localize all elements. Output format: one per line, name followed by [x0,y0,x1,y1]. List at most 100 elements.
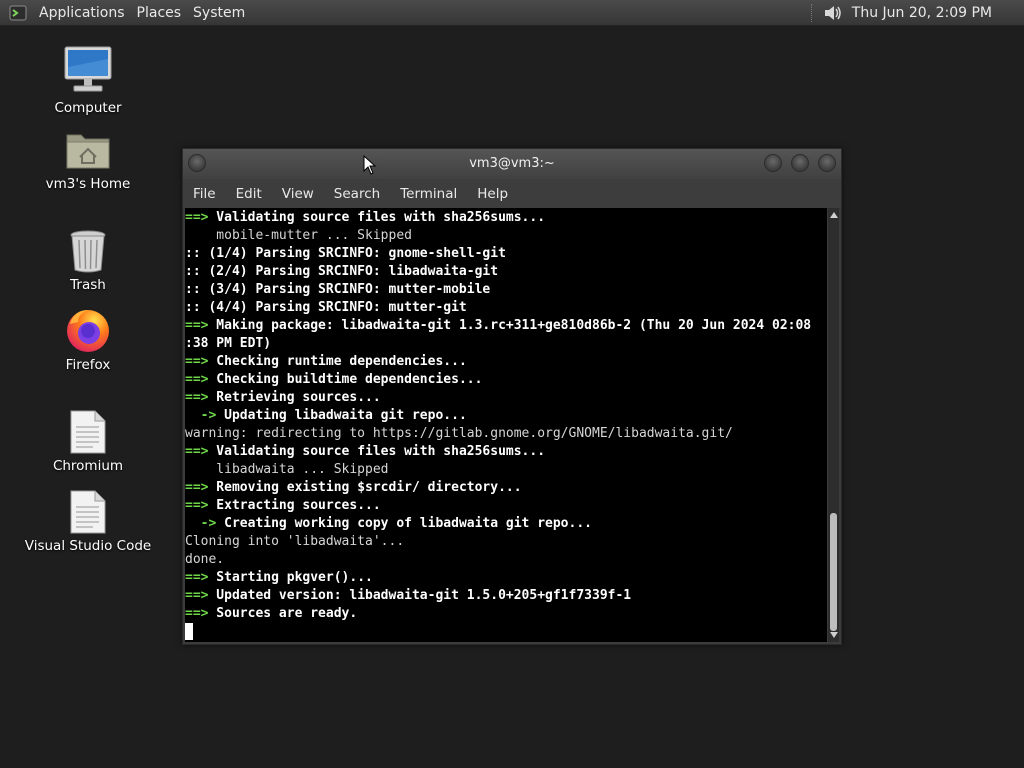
applications-menu[interactable]: Applications [33,5,131,21]
desktop-icon-computer[interactable]: Computer [23,45,153,116]
terminal-prompt-line[interactable] [185,623,827,641]
desktop-icon-vscode[interactable]: Visual Studio Code [23,489,153,554]
terminal-line: done. [185,551,827,569]
desktop-icon-label: vm3's Home [45,176,131,192]
terminal-line: ==> Sources are ready. [185,605,827,623]
panel-separator [810,3,814,22]
trash-icon [70,230,106,273]
scroll-down-arrow-icon[interactable] [830,632,838,638]
computer-icon [64,46,112,92]
terminal-line: ==> Retrieving sources... [185,389,827,407]
prompt-arrow: -> [185,408,217,423]
maximize-button[interactable] [791,154,809,172]
prompt-arrow: ==> [185,588,209,603]
prompt-arrow: ==> [185,606,209,621]
terminal-line: ==> Removing existing $srcdir/ directory… [185,479,827,497]
terminal-line: ==> Validating source files with sha256s… [185,209,827,227]
terminal-line-text: :: (3/4) Parsing SRCINFO: mutter-mobile [185,282,491,297]
desktop-icon-label: Trash [70,277,106,293]
terminal-line-text: :: (2/4) Parsing SRCINFO: libadwaita-git [185,264,499,279]
terminal-line-text: Removing existing $srcdir/ directory... [208,480,522,495]
terminal-logo-icon[interactable] [9,4,27,22]
terminal-line: mobile-mutter ... Skipped [185,227,827,245]
desktop-icon-chromium[interactable]: Chromium [23,409,153,474]
desktop-icon-trash[interactable]: Trash [23,228,153,293]
terminal-line: ==> Extracting sources... [185,497,827,515]
terminal-line-text: mobile-mutter ... Skipped [185,228,412,243]
terminal-menubar: File Edit View Search Terminal Help [183,179,841,208]
terminal-line: -> Updating libadwaita git repo... [185,407,827,425]
panel-clock[interactable]: Thu Jun 20, 2:09 PM [852,5,992,21]
terminal-line-text: Cloning into 'libadwaita'... [185,534,405,549]
document-icon [70,410,106,454]
terminal-line-text: Retrieving sources... [208,390,381,405]
firefox-icon [67,310,109,352]
terminal-line-text: :38 PM EDT) [185,336,272,351]
terminal-line-text: Creating working copy of libadwaita git … [216,516,592,531]
terminal-window: vm3@vm3:~ File Edit View Search Terminal… [182,148,842,645]
terminal-line-text: Checking buildtime dependencies... [208,372,483,387]
terminal-line-text: done. [185,552,225,567]
desktop-icon-firefox[interactable]: Firefox [23,306,153,373]
terminal-line-text: Starting pkgver()... [208,570,373,585]
desktop-icon-label: Visual Studio Code [24,538,152,554]
terminal-line: ==> Checking runtime dependencies... [185,353,827,371]
menu-file[interactable]: File [183,186,226,202]
terminal-line: :: (2/4) Parsing SRCINFO: libadwaita-git [185,263,827,281]
document-icon [70,490,106,534]
menu-search[interactable]: Search [324,186,390,202]
terminal-line: ==> Updated version: libadwaita-git 1.5.… [185,587,827,605]
terminal-line-text: :: (1/4) Parsing SRCINFO: gnome-shell-gi… [185,246,506,261]
terminal-line: ==> Starting pkgver()... [185,569,827,587]
menu-view[interactable]: View [272,186,324,202]
menu-terminal[interactable]: Terminal [390,186,467,202]
desktop-icon-home[interactable]: vm3's Home [23,127,153,192]
speaker-volume-icon[interactable] [822,3,844,23]
terminal-line-text: :: (4/4) Parsing SRCINFO: mutter-git [185,300,467,315]
terminal-line: :38 PM EDT) [185,335,827,353]
desktop-icon-label: Computer [54,100,122,116]
terminal-line: :: (4/4) Parsing SRCINFO: mutter-git [185,299,827,317]
system-menu[interactable]: System [187,5,251,21]
menu-edit[interactable]: Edit [226,186,272,202]
terminal-line-text: Extracting sources... [208,498,381,513]
terminal-line: Cloning into 'libadwaita'... [185,533,827,551]
terminal-line-text: Sources are ready. [208,606,358,621]
window-title: vm3@vm3:~ [469,156,555,171]
menu-help[interactable]: Help [467,186,518,202]
terminal-line: ==> Validating source files with sha256s… [185,443,827,461]
top-panel: Applications Places System Thu Jun 20, 2… [0,0,1024,26]
terminal-line: warning: redirecting to https://gitlab.g… [185,425,827,443]
terminal-line: -> Creating working copy of libadwaita g… [185,515,827,533]
terminal-line: ==> Making package: libadwaita-git 1.3.r… [185,317,827,335]
prompt-arrow: ==> [185,318,209,333]
terminal-line-text: Validating source files with sha256sums.… [208,444,546,459]
terminal-scrollbar[interactable] [828,208,839,642]
terminal-line: :: (3/4) Parsing SRCINFO: mutter-mobile [185,281,827,299]
terminal-line-text: Making package: libadwaita-git 1.3.rc+31… [208,318,812,333]
prompt-arrow: ==> [185,372,209,387]
home-folder-icon [66,134,110,169]
minimize-button[interactable] [764,154,782,172]
prompt-arrow: -> [185,516,217,531]
terminal-line: :: (1/4) Parsing SRCINFO: gnome-shell-gi… [185,245,827,263]
prompt-arrow: ==> [185,210,209,225]
desktop-icon-label: Firefox [65,357,111,373]
close-button[interactable] [818,154,836,172]
scrollbar-thumb[interactable] [830,513,837,631]
terminal-line-text: Updated version: libadwaita-git 1.5.0+20… [208,588,632,603]
window-titlebar[interactable]: vm3@vm3:~ [183,149,841,179]
terminal-line-text: libadwaita ... Skipped [185,462,389,477]
terminal-line-text: warning: redirecting to https://gitlab.g… [185,426,733,441]
prompt-arrow: ==> [185,444,209,459]
panel-right: Thu Jun 20, 2:09 PM [810,0,1024,25]
mouse-pointer-icon [363,155,377,175]
prompt-arrow: ==> [185,498,209,513]
terminal-line: libadwaita ... Skipped [185,461,827,479]
scroll-up-arrow-icon[interactable] [830,212,838,218]
terminal-line-text: Updating libadwaita git repo... [216,408,467,423]
terminal-output[interactable]: ==> Validating source files with sha256s… [185,208,827,642]
places-menu[interactable]: Places [131,5,188,21]
terminal-line: ==> Checking buildtime dependencies... [185,371,827,389]
terminal-lines: ==> Validating source files with sha256s… [185,208,827,641]
